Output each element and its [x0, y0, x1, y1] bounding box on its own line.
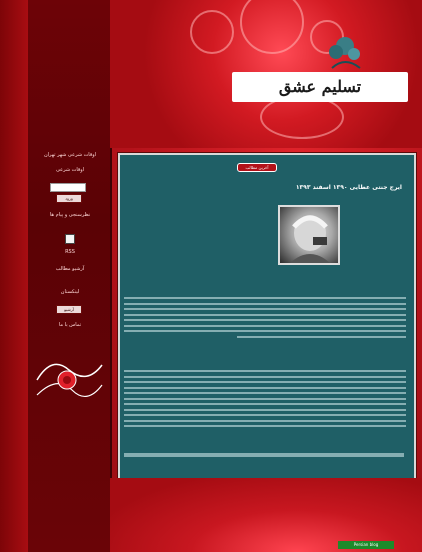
flower-logo-icon	[329, 37, 361, 69]
rose-ornament-icon	[36, 363, 103, 397]
sidebar-link-archive[interactable]: آرشیو مطالب	[34, 266, 106, 273]
decor-swirl	[240, 0, 304, 54]
sidebar-link-prayer-times-city[interactable]: اوقات شرعی شهر تهران	[34, 152, 106, 159]
sidebar-link-polls[interactable]: نظرسنجی و پیام ها	[34, 212, 106, 219]
post-body-paragraph-2	[124, 370, 406, 431]
post-body-paragraph-1	[124, 297, 406, 341]
post-title[interactable]: ایرج جنتی عطایی ۱۳۹۰ اسفند ۱۳۹۳	[130, 184, 402, 191]
latest-posts-tab[interactable]: آخرین مطالب	[237, 163, 277, 172]
footer-badge[interactable]: Persian blog	[338, 541, 394, 549]
sidebar-login-button[interactable]: ورود	[56, 194, 82, 203]
sidebar-link-rss[interactable]: RSS	[34, 249, 106, 256]
sidebar-link-prayer-times[interactable]: اوقات شرعی	[34, 167, 106, 174]
rss-icon[interactable]	[65, 234, 75, 244]
site-title[interactable]: تسلیم عشق	[232, 74, 408, 100]
sidebar-link-links[interactable]: لینکستان	[34, 289, 106, 296]
sidebar	[28, 0, 112, 552]
post-meta-line	[124, 453, 404, 457]
sidebar-search-input[interactable]	[50, 183, 86, 192]
author-portrait	[278, 205, 340, 265]
portrait-image-icon	[290, 215, 330, 263]
decor-swirl	[190, 10, 234, 54]
sidebar-archive-button[interactable]: آرشیو	[56, 305, 82, 314]
sidebar-link-contact[interactable]: تماس با ما	[34, 322, 106, 329]
left-border-strip	[0, 0, 28, 552]
